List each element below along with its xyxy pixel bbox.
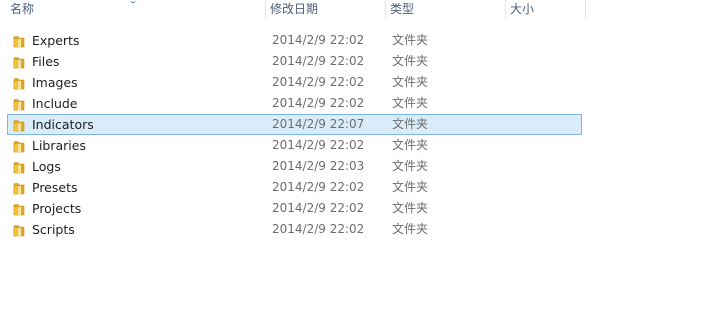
column-header-bar: 名称 修改日期 类型 大小 (0, 0, 712, 19)
column-divider[interactable] (585, 0, 586, 19)
column-header-type[interactable]: 类型 (386, 0, 506, 19)
file-name: Images (32, 75, 78, 90)
file-name: Include (32, 96, 78, 111)
file-modified-date: 2014/2/9 22:07 (272, 117, 365, 131)
column-header-name[interactable]: 名称 (6, 0, 266, 19)
column-header-name-label: 名称 (10, 2, 35, 16)
file-name: Projects (32, 201, 82, 216)
file-name: Scripts (32, 222, 75, 237)
folder-icon (13, 76, 27, 90)
file-modified-date: 2014/2/9 22:02 (272, 222, 365, 236)
file-row-indicators[interactable]: Indicators 2014/2/9 22:07 文件夹 (7, 114, 582, 135)
column-header-date-label: 修改日期 (270, 2, 319, 16)
folder-icon (13, 139, 27, 153)
file-row-scripts[interactable]: Scripts 2014/2/9 22:02 文件夹 (7, 219, 582, 240)
file-type: 文件夹 (392, 117, 429, 131)
file-modified-date: 2014/2/9 22:02 (272, 138, 365, 152)
file-row-images[interactable]: Images 2014/2/9 22:02 文件夹 (7, 72, 582, 93)
file-modified-date: 2014/2/9 22:02 (272, 33, 365, 47)
file-type: 文件夹 (392, 138, 429, 152)
file-row-experts[interactable]: Experts 2014/2/9 22:02 文件夹 (7, 30, 582, 51)
file-row-files[interactable]: Files 2014/2/9 22:02 文件夹 (7, 51, 582, 72)
file-modified-date: 2014/2/9 22:02 (272, 54, 365, 68)
file-name: Indicators (32, 117, 94, 132)
file-type: 文件夹 (392, 180, 429, 194)
file-row-projects[interactable]: Projects 2014/2/9 22:02 文件夹 (7, 198, 582, 219)
file-row-libraries[interactable]: Libraries 2014/2/9 22:02 文件夹 (7, 135, 582, 156)
file-name: Libraries (32, 138, 86, 153)
folder-icon (13, 223, 27, 237)
file-type: 文件夹 (392, 201, 429, 215)
file-type: 文件夹 (392, 75, 429, 89)
folder-icon (13, 181, 27, 195)
column-header-date[interactable]: 修改日期 (266, 0, 386, 19)
file-row-presets[interactable]: Presets 2014/2/9 22:02 文件夹 (7, 177, 582, 198)
folder-icon (13, 55, 27, 69)
file-modified-date: 2014/2/9 22:02 (272, 180, 365, 194)
file-type: 文件夹 (392, 222, 429, 236)
file-type: 文件夹 (392, 159, 429, 173)
file-modified-date: 2014/2/9 22:02 (272, 75, 365, 89)
file-type: 文件夹 (392, 33, 429, 47)
file-modified-date: 2014/2/9 22:02 (272, 201, 365, 215)
file-name: Files (32, 54, 60, 69)
file-row-include[interactable]: Include 2014/2/9 22:02 文件夹 (7, 93, 582, 114)
file-modified-date: 2014/2/9 22:03 (272, 159, 365, 173)
column-header-type-label: 类型 (390, 2, 415, 16)
file-type: 文件夹 (392, 96, 429, 110)
folder-icon (13, 34, 27, 48)
column-header-size[interactable]: 大小 (506, 0, 586, 19)
file-type: 文件夹 (392, 54, 429, 68)
folder-icon (13, 202, 27, 216)
folder-icon (13, 118, 27, 132)
file-modified-date: 2014/2/9 22:02 (272, 96, 365, 110)
column-header-size-label: 大小 (510, 2, 535, 16)
file-name: Presets (32, 180, 78, 195)
folder-icon (13, 97, 27, 111)
file-name: Experts (32, 33, 80, 48)
file-row-logs[interactable]: Logs 2014/2/9 22:03 文件夹 (7, 156, 582, 177)
file-name: Logs (32, 159, 61, 174)
folder-icon (13, 160, 27, 174)
